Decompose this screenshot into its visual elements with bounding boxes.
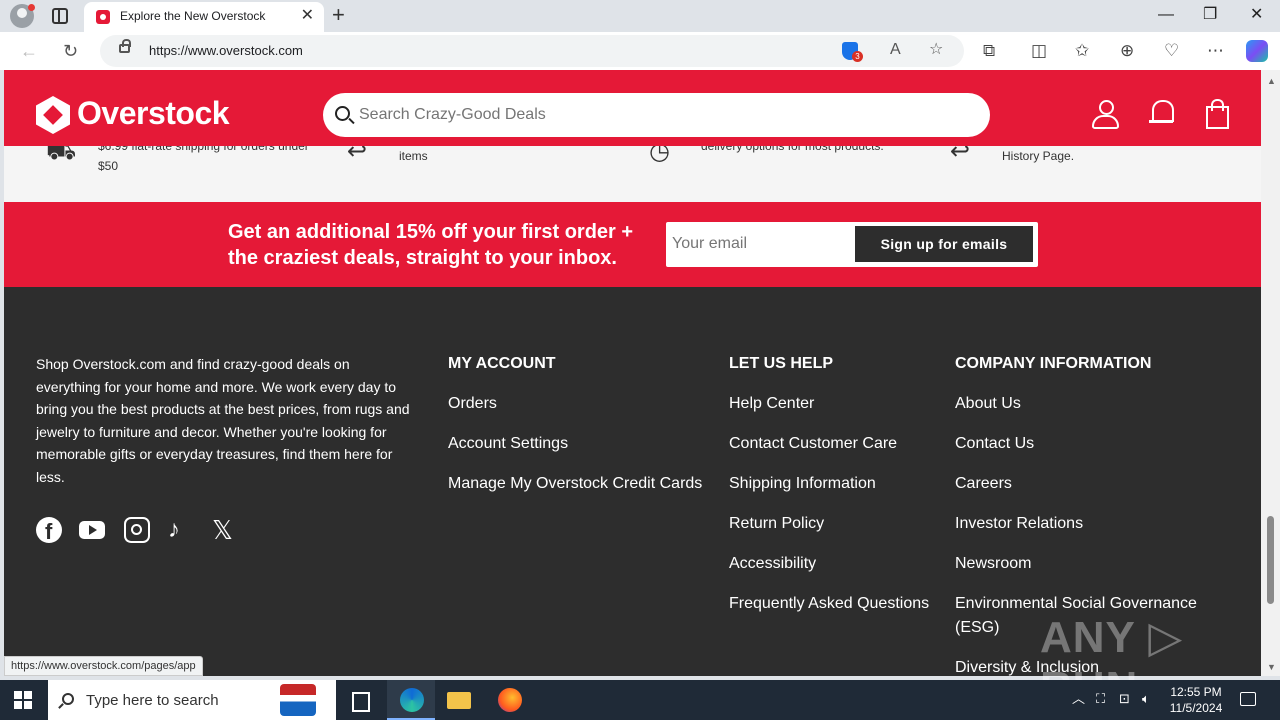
search-icon (62, 693, 74, 705)
address-bar[interactable]: https://www.overstock.com 3 A ☆ (100, 35, 964, 67)
facebook-icon[interactable] (36, 517, 62, 544)
instagram-icon[interactable] (124, 517, 150, 543)
footer-link-contact-care[interactable]: Contact Customer Care (729, 432, 929, 456)
logo-text: Overstock (77, 95, 230, 131)
split-screen-icon[interactable]: ◫ (1031, 41, 1047, 61)
account-icon[interactable] (1091, 98, 1121, 130)
email-promo-banner: Get an additional 15% off your first ord… (4, 202, 1261, 287)
page-scrollbar[interactable]: ▲ ▼ (1261, 70, 1280, 676)
tab-close-button[interactable]: ✕ (301, 7, 314, 25)
footer-link-investor-relations[interactable]: Investor Relations (955, 512, 1205, 536)
refresh-icon[interactable]: ↻ (63, 41, 78, 61)
footer-link-credit-cards[interactable]: Manage My Overstock Credit Cards (448, 472, 702, 496)
windows-start-icon[interactable] (14, 691, 32, 709)
footer-link-return-policy[interactable]: Return Policy (729, 512, 929, 536)
network-icon[interactable]: ⊡ (1119, 691, 1130, 707)
site-header: Overstock (4, 70, 1261, 146)
taskbar-search-input[interactable] (86, 690, 266, 710)
footer-link-help-center[interactable]: Help Center (729, 392, 929, 416)
windows-taskbar: ︿ ⛶ ⊡ 🔈︎ 12:55 PM 11/5/2024 (0, 680, 1280, 720)
tab-actions-icon[interactable] (52, 8, 68, 24)
scroll-thumb[interactable] (1267, 516, 1274, 604)
notifications-icon[interactable] (1240, 692, 1256, 706)
footer-col-heading: MY ACCOUNT (448, 355, 556, 372)
footer-link-faq[interactable]: Frequently Asked Questions (729, 592, 929, 616)
url-text[interactable]: https://www.overstock.com (149, 43, 303, 58)
tiktok-icon[interactable]: ♪ (168, 517, 194, 543)
sign-up-button[interactable]: Sign up for emails (855, 226, 1033, 262)
profile-notification-dot (28, 4, 35, 11)
footer-link-accessibility[interactable]: Accessibility (729, 552, 929, 576)
email-signup-form: Sign up for emails (666, 222, 1038, 267)
edge-app-icon[interactable] (387, 680, 435, 720)
overstock-favicon-icon (96, 10, 110, 24)
shopping-bag-icon[interactable] (1205, 98, 1235, 130)
back-arrow-icon[interactable]: ← (20, 41, 38, 61)
footer-link-careers[interactable]: Careers (955, 472, 1205, 496)
footer-col-my-account: MY ACCOUNT Orders Account Settings Manag… (448, 355, 702, 512)
footer-col-let-us-help: LET US HELP Help Center Contact Customer… (729, 355, 929, 632)
restore-button[interactable]: ❐ (1203, 6, 1217, 24)
volume-icon[interactable]: 🔈︎ (1142, 691, 1150, 707)
youtube-icon[interactable] (79, 521, 105, 539)
clock-date: 11/5/2024 (1169, 701, 1223, 715)
link-status-url: https://www.overstock.com/pages/app (4, 656, 203, 676)
footer-link-orders[interactable]: Orders (448, 392, 702, 416)
favorites-icon[interactable]: ✩ (1075, 41, 1089, 61)
footer-link-newsroom[interactable]: Newsroom (955, 552, 1205, 576)
collections-icon[interactable]: ⊕ (1120, 41, 1134, 61)
browser-toolbar: ← ↻ https://www.overstock.com 3 A ☆ ⧉ ◫ … (0, 32, 1280, 70)
promo-text: Get an additional 15% off your first ord… (228, 219, 648, 271)
tray-chevron-icon[interactable]: ︿ (1072, 691, 1085, 707)
read-aloud-icon[interactable]: A (890, 41, 901, 59)
tray-app-icon[interactable]: ⛶ (1096, 691, 1105, 707)
page-viewport: ⛟ $6.99 flat-rate shipping for orders un… (4, 70, 1261, 676)
footer-link-contact-us[interactable]: Contact Us (955, 432, 1205, 456)
browser-tab-active[interactable]: Explore the New Overstock ✕ (84, 2, 324, 32)
overstock-logo-icon (36, 96, 70, 134)
new-tab-button[interactable]: + (332, 4, 345, 26)
search-bar[interactable] (323, 93, 990, 137)
lock-icon[interactable] (119, 39, 131, 53)
tab-title: Explore the New Overstock (120, 9, 266, 23)
taskbar-search-box[interactable] (48, 680, 336, 720)
email-input[interactable] (672, 231, 852, 257)
x-twitter-icon[interactable]: 𝕏 (212, 517, 238, 543)
browser-essentials-icon[interactable]: ♡ (1164, 41, 1179, 61)
favorite-star-icon[interactable]: ☆ (929, 41, 943, 59)
search-icon[interactable] (335, 106, 350, 121)
footer-link-account-settings[interactable]: Account Settings (448, 432, 702, 456)
close-window-button[interactable]: ✕ (1250, 6, 1263, 24)
footer-link-shipping-info[interactable]: Shipping Information (729, 472, 929, 496)
file-explorer-icon[interactable] (435, 680, 483, 720)
footer-col-heading: COMPANY INFORMATION (955, 355, 1152, 372)
clock-time: 12:55 PM (1170, 685, 1222, 699)
footer-about-text: Shop Overstock.com and find crazy-good d… (36, 356, 410, 485)
footer-link-about-us[interactable]: About Us (955, 392, 1205, 416)
promo-line-1: Get an additional 15% off your first ord… (228, 221, 634, 243)
task-view-icon[interactable] (336, 680, 384, 720)
copilot-icon[interactable] (1246, 40, 1268, 62)
settings-more-icon[interactable]: ⋯ (1207, 41, 1224, 61)
scroll-up-icon[interactable]: ▲ (1267, 76, 1276, 86)
footer-col-heading: LET US HELP (729, 355, 834, 372)
taskbar-clock[interactable]: 12:55 PM 11/5/2024 (1164, 684, 1228, 716)
extensions-icon[interactable]: ⧉ (983, 41, 995, 61)
search-input[interactable] (359, 101, 959, 129)
firefox-app-icon[interactable] (485, 680, 533, 720)
shield-count-badge: 3 (852, 51, 863, 62)
browser-tab-bar: Explore the New Overstock ✕ + — ❐ ✕ (0, 0, 1280, 32)
notifications-bell-icon[interactable] (1149, 98, 1179, 130)
minimize-button[interactable]: — (1158, 6, 1174, 24)
promo-line-2: the craziest deals, straight to your inb… (228, 247, 617, 269)
search-highlight-icon (280, 684, 316, 716)
